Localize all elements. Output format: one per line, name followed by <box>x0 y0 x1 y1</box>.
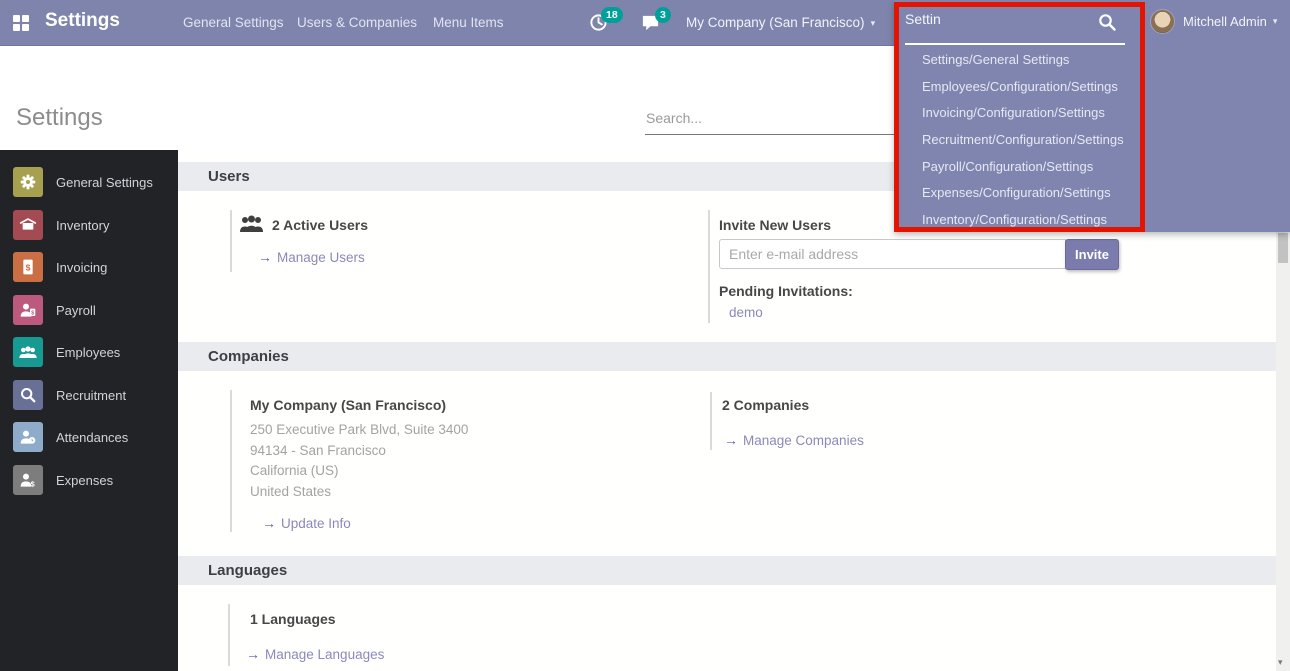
invite-button[interactable]: Invite <box>1065 239 1119 270</box>
magnifier-icon <box>13 380 43 410</box>
sidebar-item-label: General Settings <box>56 175 153 190</box>
chevron-down-icon: ▾ <box>871 18 876 28</box>
section-title: Users <box>208 168 250 185</box>
manage-languages-link[interactable]: → Manage Languages <box>246 646 384 662</box>
section-header-languages: Languages <box>178 556 1276 585</box>
company-name-label: My Company (San Francisco) <box>250 397 446 413</box>
arrow-right-icon: → <box>258 249 272 265</box>
sidebar-item-payroll[interactable]: $ Payroll <box>0 289 178 332</box>
update-info-link[interactable]: → Update Info <box>262 515 351 531</box>
invoice-document-icon: $ <box>13 252 43 282</box>
search-suggestion[interactable]: Payroll/Configuration/Settings <box>922 159 1093 179</box>
chevron-down-icon: ▾ <box>1273 16 1278 27</box>
setting-box-divider <box>708 210 710 323</box>
link-label: Manage Companies <box>743 433 864 448</box>
active-users-count: 2 Active Users <box>272 217 368 233</box>
settings-search-input[interactable]: Search... <box>646 110 702 126</box>
search-suggestion[interactable]: Expenses/Configuration/Settings <box>922 185 1111 205</box>
setting-box-divider <box>710 392 712 450</box>
company-address-line: 94134 - San Francisco <box>250 443 386 458</box>
manage-companies-link[interactable]: → Manage Companies <box>724 432 864 448</box>
pending-invitations-label: Pending Invitations: <box>719 283 853 299</box>
arrow-right-icon: → <box>724 432 738 448</box>
invite-email-input[interactable] <box>719 239 1066 269</box>
section-header-companies: Companies <box>178 342 1276 371</box>
user-menu[interactable]: Mitchell Admin ▾ <box>1150 9 1277 34</box>
menu-search-dropdown: Settings/General Settings Employees/Conf… <box>894 0 1290 232</box>
menu-search-input[interactable] <box>905 11 1115 27</box>
scrollbar-thumb[interactable] <box>1278 233 1288 263</box>
expenses-person-dollar-icon: $ <box>13 465 43 495</box>
avatar <box>1150 9 1175 34</box>
companies-count: 2 Companies <box>722 397 809 413</box>
link-label: Update Info <box>281 516 351 531</box>
app-title: Settings <box>45 10 120 32</box>
sidebar-item-general-settings[interactable]: General Settings <box>0 161 178 204</box>
attendance-person-clock-icon <box>13 422 43 452</box>
search-suggestion[interactable]: Invoicing/Configuration/Settings <box>922 105 1105 125</box>
search-suggestion[interactable]: Employees/Configuration/Settings <box>922 79 1118 99</box>
arrow-right-icon: → <box>246 646 260 662</box>
link-label: Manage Users <box>277 250 365 265</box>
employees-group-icon <box>13 337 43 367</box>
sidebar-item-label: Employees <box>56 345 120 360</box>
setting-box-divider <box>228 604 230 666</box>
svg-text:$: $ <box>31 310 34 316</box>
box-icon <box>13 210 43 240</box>
settings-search-underline <box>645 134 894 135</box>
page-title: Settings <box>16 104 103 132</box>
company-address-line: United States <box>250 484 331 499</box>
company-switcher[interactable]: My Company (San Francisco) ▾ <box>686 15 875 30</box>
sidebar-item-expenses[interactable]: $ Expenses <box>0 459 178 502</box>
vertical-scrollbar[interactable]: ▾ <box>1276 228 1290 671</box>
odoo-settings-screen: Settings General Settings Users & Compan… <box>0 0 1290 671</box>
search-suggestion[interactable]: Inventory/Configuration/Settings <box>922 212 1107 232</box>
activities-badge: 18 <box>601 7 623 23</box>
apps-menu-icon[interactable] <box>13 15 29 31</box>
sidebar-item-attendances[interactable]: Attendances <box>0 416 178 459</box>
invite-new-users-label: Invite New Users <box>719 217 831 233</box>
nav-menu-menu-items[interactable]: Menu Items <box>433 15 504 30</box>
svg-text:$: $ <box>26 262 31 272</box>
pending-invitation-user-link[interactable]: demo <box>729 305 763 320</box>
section-title: Companies <box>208 348 289 365</box>
users-group-icon <box>239 215 264 234</box>
user-name: Mitchell Admin <box>1183 14 1267 29</box>
sidebar-item-label: Recruitment <box>56 388 126 403</box>
search-suggestion[interactable]: Recruitment/Configuration/Settings <box>922 132 1124 152</box>
setting-box-divider <box>230 390 232 532</box>
gear-icon <box>13 167 43 197</box>
nav-menu-users-companies[interactable]: Users & Companies <box>297 15 417 30</box>
sidebar-item-label: Inventory <box>56 218 109 233</box>
sidebar-item-inventory[interactable]: Inventory <box>0 204 178 247</box>
svg-text:$: $ <box>31 480 35 489</box>
sidebar-item-label: Invoicing <box>56 260 107 275</box>
arrow-right-icon: → <box>262 515 276 531</box>
sidebar-item-label: Payroll <box>56 303 96 318</box>
sidebar-item-label: Expenses <box>56 473 113 488</box>
payroll-person-icon: $ <box>13 295 43 325</box>
company-name: My Company (San Francisco) <box>686 15 865 30</box>
nav-menu-general-settings[interactable]: General Settings <box>183 15 284 30</box>
sidebar-item-invoicing[interactable]: $ Invoicing <box>0 246 178 289</box>
company-address-line: 250 Executive Park Blvd, Suite 3400 <box>250 422 468 437</box>
settings-sidebar: General Settings Inventory $ Invoicing $… <box>0 150 178 671</box>
messages-badge: 3 <box>655 7 671 23</box>
manage-users-link[interactable]: → Manage Users <box>258 249 365 265</box>
languages-count: 1 Languages <box>250 611 336 627</box>
sidebar-item-employees[interactable]: Employees <box>0 331 178 374</box>
scrollbar-down-arrow[interactable]: ▾ <box>1278 657 1283 668</box>
company-address-line: California (US) <box>250 463 339 478</box>
section-title: Languages <box>208 562 287 579</box>
setting-box-divider <box>230 210 232 272</box>
link-label: Manage Languages <box>265 647 384 662</box>
search-suggestion[interactable]: Settings/General Settings <box>922 52 1069 72</box>
search-underline <box>905 43 1125 45</box>
sidebar-item-label: Attendances <box>56 430 128 445</box>
search-icon[interactable] <box>1098 13 1117 32</box>
sidebar-item-recruitment[interactable]: Recruitment <box>0 374 178 417</box>
